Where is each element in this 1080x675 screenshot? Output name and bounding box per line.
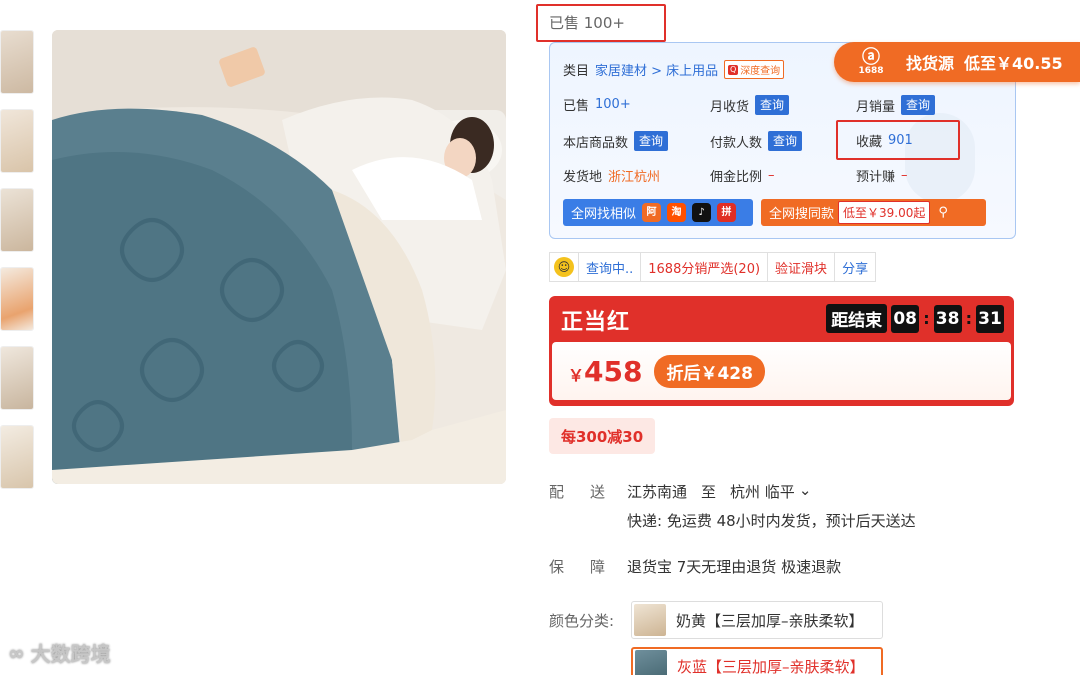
thumbnail[interactable] [0, 188, 34, 252]
shipping-label: 配送: [549, 483, 663, 501]
color-swatch [635, 650, 667, 675]
find-similar-label: 全网找相似 [571, 207, 637, 222]
estimate-row: 预计赚 – [856, 166, 908, 185]
watermark: ∞ 大数跨境 [8, 638, 111, 667]
thumbnail-list [0, 30, 36, 504]
shipping-to-word: 至 [701, 483, 717, 501]
find-similar-button[interactable]: 全网找相似 阿 淘 ♪ 拼 [563, 199, 753, 226]
color-swatch [634, 604, 666, 636]
search-same-label: 全网搜同款 [769, 207, 835, 222]
thumbnail[interactable] [0, 425, 34, 489]
color-option-label: 灰蓝【三层加厚–亲肤柔软】 [677, 657, 865, 675]
month-recv-label: 月收货 [710, 99, 750, 115]
color-option-label: 奶黄【三层加厚–亲肤柔软】 [676, 611, 864, 630]
thumbnail[interactable] [0, 267, 34, 331]
shop-items-label: 本店商品数 [563, 135, 629, 151]
month-sales-query-button[interactable]: 查询 [901, 95, 936, 115]
payers-label: 付款人数 [710, 135, 763, 151]
countdown-separator: : [923, 309, 930, 328]
logo-1688-text: 1688 [858, 65, 884, 76]
color-option-selected[interactable]: 灰蓝【三层加厚–亲肤柔软】 [631, 647, 883, 675]
commission-row: 佣金比例 – [710, 166, 775, 185]
price-symbol: ￥ [568, 365, 585, 385]
deep-query-button[interactable]: Q 深度查询 [724, 60, 785, 79]
main-product-image[interactable] [52, 30, 506, 484]
countdown-hours: 08 [891, 304, 920, 333]
price-area: ￥458 折后￥428 [552, 342, 1011, 400]
guarantee-value: 退货宝 7天无理由退货 极速退款 [627, 558, 842, 576]
deep-query-label: 深度查询 [740, 66, 781, 77]
shop-items-row: 本店商品数 查询 [563, 131, 669, 151]
find-source-badge[interactable]: ⓐ 1688 找货源 低至￥40.55 [834, 42, 1080, 82]
payers-row: 付款人数 查询 [710, 131, 803, 151]
price: ￥458 [568, 355, 642, 388]
guarantee-label: 保障: [549, 558, 663, 576]
month-sales-row: 月销量 查询 [856, 95, 936, 115]
month-sales-label: 月销量 [856, 99, 896, 115]
thumbnail[interactable] [0, 30, 34, 94]
sold-value: 100+ [595, 97, 631, 112]
countdown: 距结束 08 : 38 : 31 [826, 304, 1004, 333]
avatar-cell[interactable]: ☺ [550, 253, 579, 281]
sold-row: 已售 100+ [563, 95, 631, 114]
verify-slider-link[interactable]: 验证滑块 [768, 253, 836, 281]
shipping-detail: 快递: 免运费 48小时内发货，预计后天送达 [627, 512, 916, 530]
shop-items-query-button[interactable]: 查询 [634, 131, 669, 151]
sold-label: 已售 [563, 99, 590, 114]
ship-from-label: 发货地 [563, 170, 603, 185]
estimate-label: 预计赚 [856, 170, 896, 185]
douyin-icon[interactable]: ♪ [692, 203, 712, 222]
guarantee-row: 保障: 退货宝 7天无理由退货 极速退款 [549, 556, 841, 577]
share-link[interactable]: 分享 [835, 253, 875, 281]
taobao-icon[interactable]: 淘 [667, 203, 687, 222]
chevron-down-icon[interactable]: ⌄ [799, 481, 812, 502]
tool-bar: ☺ 查询中.. 1688分销严选(20) 验证滑块 分享 [549, 252, 877, 282]
month-recv-query-button[interactable]: 查询 [755, 95, 790, 115]
distribution-link[interactable]: 1688分销严选(20) [641, 253, 769, 281]
payers-query-button[interactable]: 查询 [768, 131, 803, 151]
search-icon: Q [728, 64, 739, 75]
pdd-icon[interactable]: 拼 [717, 203, 737, 222]
favorites-highlight-box [836, 120, 960, 160]
commission-value: – [768, 168, 775, 183]
countdown-label: 距结束 [826, 304, 888, 333]
thumbnail[interactable] [0, 346, 34, 410]
search-icon: ⚲ [938, 205, 948, 220]
find-source-label: 找货源 [906, 54, 955, 73]
month-recv-row: 月收货 查询 [710, 95, 790, 115]
ship-from-value: 浙江杭州 [608, 170, 661, 185]
sold-count: 已售 100+ [549, 14, 625, 32]
color-label: 颜色分类: [549, 612, 615, 630]
watermark-text: 大数跨境 [30, 642, 111, 666]
promo-banner: 正当红 距结束 08 : 38 : 31 ￥458 折后￥428 [549, 296, 1014, 406]
logo-1688-icon: ⓐ 1688 [858, 46, 884, 76]
commission-label: 佣金比例 [710, 170, 763, 185]
price-amount: 458 [584, 354, 643, 388]
category-row: 类目 家居建材 > 床上用品 Q 深度查询 [563, 60, 785, 79]
ship-from-row: 发货地 浙江杭州 [563, 166, 660, 185]
avatar: ☺ [554, 257, 574, 277]
watermark-logo-icon: ∞ [8, 640, 25, 665]
category-label: 类目 [563, 64, 590, 79]
find-source-price: 低至￥40.55 [964, 54, 1063, 73]
blanket-illustration [52, 30, 506, 484]
search-same-button[interactable]: 全网搜同款 低至￥39.00起 ⚲ [761, 199, 986, 226]
color-option[interactable]: 奶黄【三层加厚–亲肤柔软】 [631, 601, 883, 639]
countdown-minutes: 38 [933, 304, 962, 333]
color-label-row: 颜色分类: [549, 610, 631, 631]
coupon-badge[interactable]: 每300减30 [549, 418, 656, 454]
countdown-seconds: 31 [976, 304, 1004, 333]
category-link[interactable]: 家居建材 > 床上用品 [595, 60, 718, 79]
estimate-value: – [901, 168, 908, 183]
querying-link[interactable]: 查询中.. [579, 253, 642, 281]
shipping-destination[interactable]: 杭州 临平 [730, 481, 795, 502]
promo-title: 正当红 [561, 310, 631, 335]
countdown-separator: : [965, 309, 972, 328]
thumbnail[interactable] [0, 109, 34, 173]
same-low-price: 低至￥39.00起 [838, 201, 931, 224]
shipping-row: 配送: 江苏南通 至 杭州 临平 ⌄ [549, 481, 811, 502]
ali-icon[interactable]: 阿 [642, 203, 662, 222]
shipping-from: 江苏南通 [627, 483, 688, 501]
after-discount-badge: 折后￥428 [654, 354, 765, 388]
